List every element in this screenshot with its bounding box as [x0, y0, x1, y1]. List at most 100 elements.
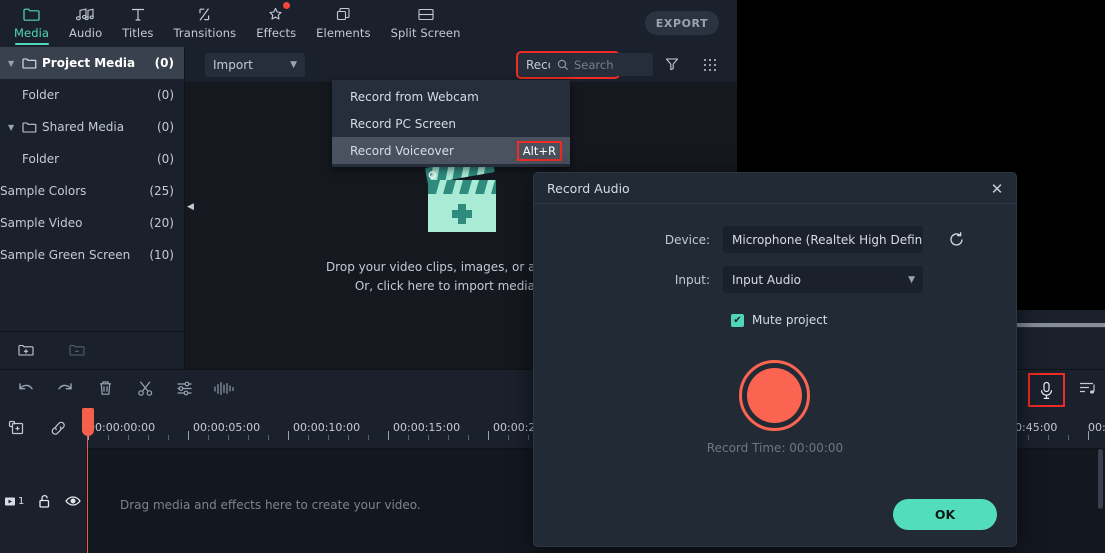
audio-waveform-icon[interactable]	[213, 379, 234, 398]
adjust-sliders-icon[interactable]	[175, 379, 194, 398]
chevron-down-icon: ▼	[290, 60, 297, 70]
menu-item-label: Record PC Screen	[350, 116, 456, 131]
ruler-tick	[168, 435, 169, 440]
record-circle-icon[interactable]	[739, 360, 810, 431]
tab-titles[interactable]: Titles	[112, 0, 163, 47]
active-tab-underline	[14, 43, 49, 45]
ruler-tick	[348, 435, 349, 440]
tab-transitions[interactable]: Transitions	[163, 0, 246, 47]
unlock-icon[interactable]	[38, 494, 51, 509]
sidebar-item-sample-green-screen[interactable]: Sample Green Screen (10)	[0, 239, 184, 271]
sidebar-item-count: (0)	[154, 56, 174, 70]
tab-media[interactable]: Media	[4, 0, 59, 47]
music-note-icon	[76, 3, 95, 25]
dialog-title-text: Record Audio	[547, 180, 630, 196]
menu-item-shortcut: Alt+R	[516, 140, 563, 161]
chevron-down-icon[interactable]: ▼	[8, 59, 22, 68]
input-select[interactable]: Input Audio ▼	[723, 266, 923, 293]
ruler-time-label: 00:	[1088, 421, 1105, 434]
collapse-left-icon[interactable]: ◀	[186, 198, 195, 216]
tab-elements[interactable]: Elements	[306, 0, 380, 47]
ruler-tick	[428, 435, 429, 440]
mute-project-checkbox[interactable]: ✔ Mute project	[731, 313, 828, 327]
main-tab-bar: Media Audio Titles Transitions Effects E…	[0, 0, 737, 47]
menu-item-record-from-webcam[interactable]: Record from Webcam	[332, 83, 570, 110]
checkbox-checked-icon: ✔	[731, 313, 744, 327]
sidebar-item-label: Sample Video	[0, 216, 83, 230]
transition-icon	[196, 3, 213, 25]
ruler-tick	[1048, 435, 1049, 440]
sidebar-item-shared-media[interactable]: ▼ Shared Media (0)	[0, 111, 184, 143]
timeline-vertical-scrollbar[interactable]	[1098, 449, 1103, 509]
chevron-down-icon: ▼	[908, 274, 915, 285]
input-label: Input:	[674, 272, 710, 287]
refresh-icon[interactable]	[948, 231, 965, 248]
sidebar-item-count: (25)	[149, 184, 174, 198]
microphone-icon[interactable]	[1028, 373, 1065, 407]
grid-view-icon[interactable]	[703, 58, 717, 72]
ruler-tick	[468, 435, 469, 440]
track-number: 1	[18, 495, 25, 507]
folder-icon	[22, 121, 42, 134]
sidebar-item-sample-video[interactable]: Sample Video (20)	[0, 207, 184, 239]
close-icon[interactable]: ✕	[987, 179, 1007, 199]
menu-item-record-pc-screen[interactable]: Record PC Screen	[332, 110, 570, 137]
sidebar-item-folder-1[interactable]: Folder (0)	[0, 79, 184, 111]
effects-notification-dot	[283, 2, 291, 9]
text-t-icon	[130, 3, 146, 25]
filter-icon[interactable]	[665, 57, 679, 71]
redo-icon[interactable]	[56, 379, 75, 398]
ruler-tick	[1088, 431, 1089, 440]
ruler-tick	[508, 435, 509, 440]
tab-audio[interactable]: Audio	[59, 0, 112, 47]
record-inner-dot	[747, 368, 802, 423]
delete-folder-icon[interactable]	[69, 343, 86, 358]
new-folder-icon[interactable]	[18, 343, 35, 358]
sidebar-item-label: Sample Colors	[0, 184, 87, 198]
playhead-handle[interactable]	[82, 408, 94, 436]
ruler-tick	[128, 435, 129, 440]
search-input[interactable]: Search	[550, 53, 653, 76]
sidebar-item-project-media[interactable]: ▼ Project Media (0)	[0, 47, 184, 79]
timeline-left-tools	[0, 408, 86, 449]
sidebar-item-count: (0)	[157, 88, 174, 102]
add-track-icon[interactable]	[8, 419, 27, 438]
menu-item-record-voiceover[interactable]: Record Voiceover Alt+R	[332, 137, 570, 164]
sidebar-item-sample-colors[interactable]: Sample Colors (25)	[0, 175, 184, 207]
device-select[interactable]: Microphone (Realtek High Definit ▼	[723, 226, 923, 253]
sidebar-item-label: Project Media	[42, 56, 136, 70]
input-value: Input Audio	[732, 272, 801, 287]
ruler-tick	[1068, 435, 1069, 440]
undo-icon[interactable]	[16, 379, 35, 398]
link-icon[interactable]	[49, 419, 68, 438]
ruler-tick	[308, 435, 309, 440]
search-icon	[557, 59, 569, 71]
chevron-down-icon[interactable]: ▼	[8, 123, 22, 132]
record-dropdown-menu: Record from Webcam Record PC Screen Reco…	[332, 80, 570, 167]
ruler-time-label: 00:00:10:00	[293, 421, 361, 434]
ruler-time-label: 00:00:15:00	[393, 421, 461, 434]
timeline-drag-hint: Drag media and effects here to create yo…	[120, 498, 421, 512]
shapes-icon	[335, 3, 352, 25]
record-time-label: Record Time: 00:00:00	[706, 441, 844, 455]
delete-icon[interactable]	[97, 379, 114, 398]
tab-split-screen[interactable]: Split Screen	[381, 0, 471, 47]
tab-effects[interactable]: Effects	[246, 0, 306, 47]
sidebar-item-count: (0)	[157, 120, 174, 134]
search-placeholder-text: Search	[574, 57, 614, 72]
sidebar-item-folder-2[interactable]: Folder (0)	[0, 143, 184, 175]
sidebar-item-label: Sample Green Screen	[0, 248, 131, 262]
ruler-tick	[528, 435, 529, 440]
import-dropdown[interactable]: Import ▼	[205, 53, 305, 77]
export-button[interactable]: EXPORT	[645, 11, 719, 35]
tab-label: Effects	[256, 26, 297, 40]
ok-button[interactable]: OK	[893, 499, 997, 530]
sidebar-item-count: (0)	[157, 152, 174, 166]
ruler-tick	[108, 435, 109, 440]
ruler-tick	[408, 435, 409, 440]
split-scissors-icon[interactable]	[136, 379, 155, 398]
tab-label: Titles	[122, 26, 154, 40]
eye-visible-icon[interactable]	[65, 495, 82, 507]
mute-project-label: Mute project	[752, 313, 828, 327]
audio-detach-icon[interactable]	[1078, 379, 1097, 398]
